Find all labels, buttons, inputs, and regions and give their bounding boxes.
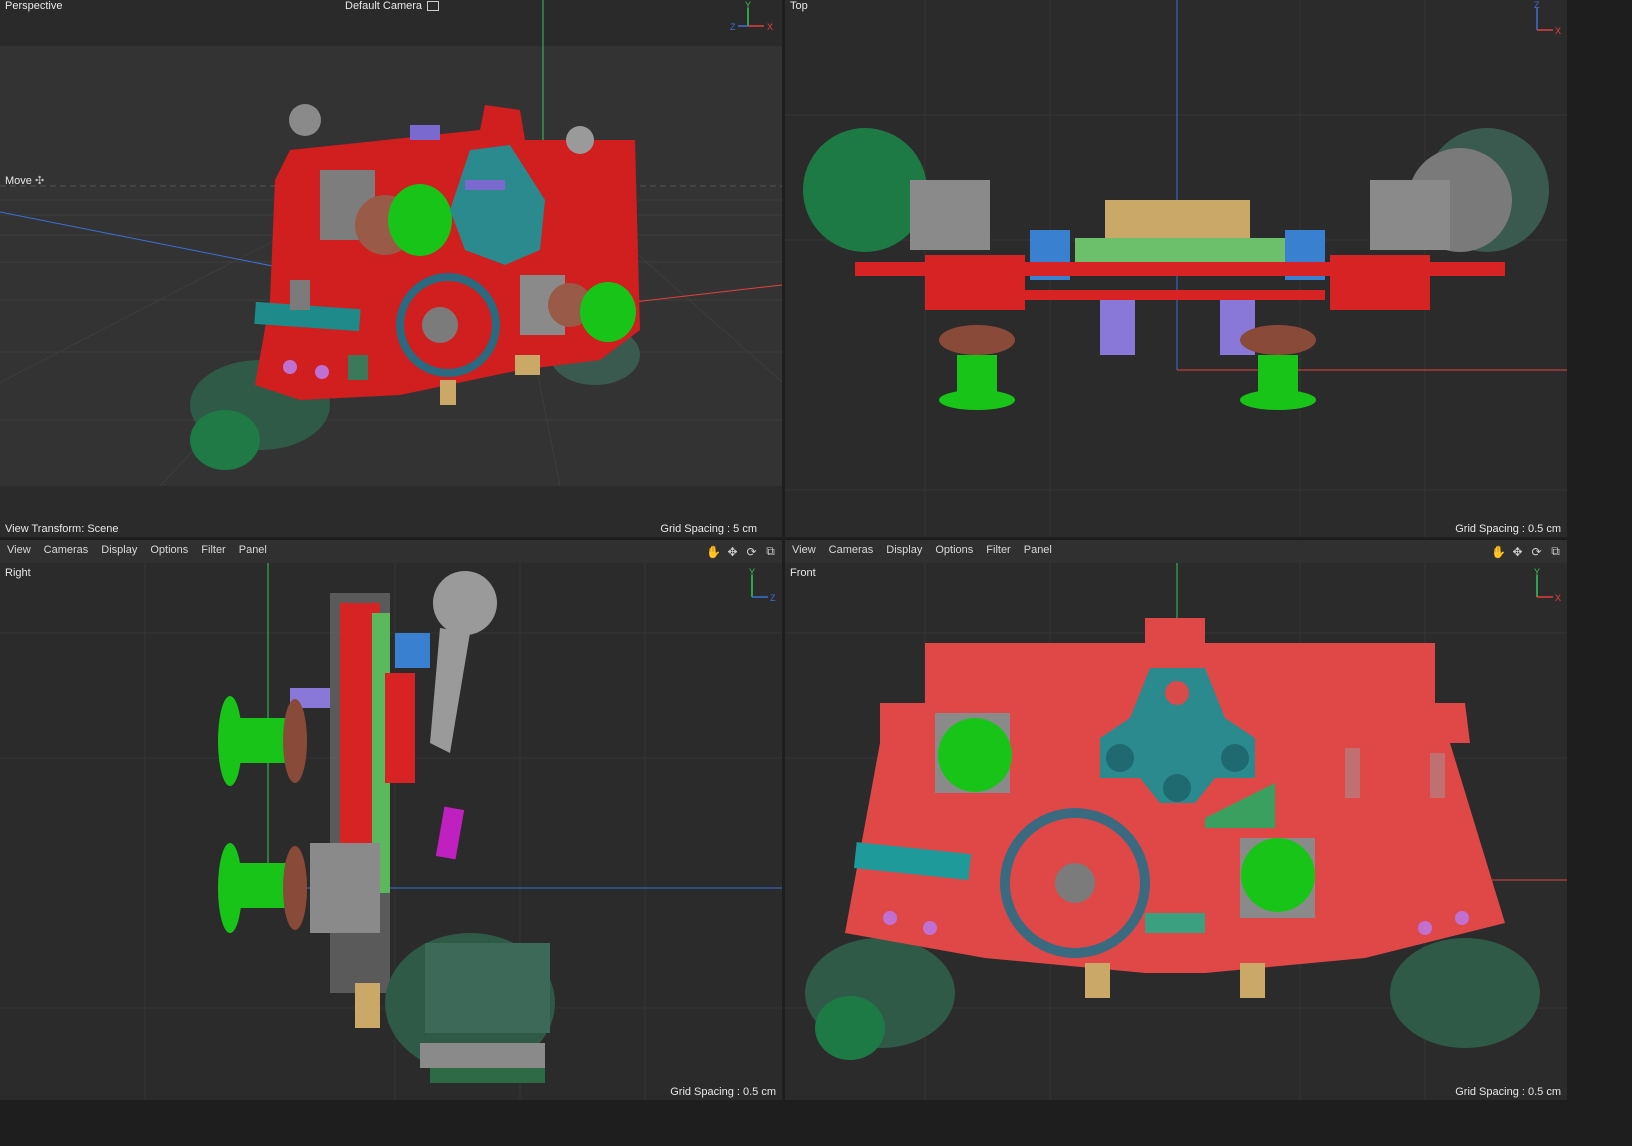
move-icon: ✣: [34, 175, 45, 187]
perspective-scene: [0, 0, 782, 487]
axis-y-label: Y: [1534, 567, 1540, 577]
camera-selector[interactable]: Default Camera: [345, 0, 440, 12]
rotate-icon[interactable]: ⟳: [1529, 544, 1544, 559]
hand-pan-icon[interactable]: ✋: [1491, 544, 1506, 559]
menu-cameras[interactable]: Cameras: [829, 544, 874, 556]
menu-panel[interactable]: Panel: [239, 544, 267, 556]
menu-panel[interactable]: Panel: [1024, 544, 1052, 556]
axis-gizmo: Y X: [1523, 567, 1563, 603]
viewport-right[interactable]: Right Y Z Grid Spacing : 0.5 cm: [0, 563, 782, 1100]
viewport-label: Top: [790, 0, 808, 12]
axis-x-label: X: [767, 22, 773, 32]
menu-view[interactable]: View: [7, 544, 31, 556]
top-scene: [785, 0, 1567, 537]
camera-name: Default Camera: [345, 0, 423, 12]
maximize-icon[interactable]: ⧉: [763, 544, 778, 559]
menu-display[interactable]: Display: [101, 544, 137, 556]
axis-gizmo: Y Z X: [730, 0, 773, 36]
tool-name: Move: [5, 175, 32, 187]
menu-cameras[interactable]: Cameras: [44, 544, 89, 556]
viewport-top[interactable]: Top Z X Grid Spacing : 0.5 cm: [785, 0, 1567, 537]
grid-spacing-label: Grid Spacing : 0.5 cm: [1455, 1086, 1561, 1098]
move-arrows-icon[interactable]: ✥: [725, 544, 740, 559]
move-arrows-icon[interactable]: ✥: [1510, 544, 1525, 559]
axis-z-label: Z: [770, 593, 776, 603]
hand-pan-icon[interactable]: ✋: [706, 544, 721, 559]
viewport-menubar-left: View Cameras Display Options Filter Pane…: [0, 539, 782, 563]
viewport-front[interactable]: Front Y X Grid Spacing : 0.5 cm: [785, 563, 1567, 1100]
menu-filter[interactable]: Filter: [986, 544, 1010, 556]
axis-y-label: Y: [745, 0, 751, 10]
viewport-perspective[interactable]: Perspective Default Camera Y Z X Move ✣ …: [0, 0, 782, 537]
view-transform-label: View Transform: Scene: [5, 523, 119, 535]
axis-x-label: X: [1555, 26, 1561, 36]
menu-view[interactable]: View: [792, 544, 816, 556]
maximize-icon[interactable]: ⧉: [1548, 544, 1563, 559]
grid-spacing-label: Grid Spacing : 0.5 cm: [1455, 523, 1561, 535]
viewport-label: Perspective: [5, 0, 63, 12]
axis-gizmo: Z X: [1523, 0, 1563, 36]
front-scene: [785, 563, 1567, 1100]
axis-gizmo: Y Z: [738, 567, 778, 603]
menu-filter[interactable]: Filter: [201, 544, 225, 556]
grid-spacing-label: Grid Spacing : 5 cm: [660, 523, 757, 535]
axis-z-label: Z: [730, 22, 736, 32]
viewport-label: Right: [5, 567, 31, 579]
axis-x-label: X: [1555, 593, 1561, 603]
camera-link-icon[interactable]: [427, 1, 440, 12]
right-scene: [0, 563, 782, 1100]
axis-y-label: Y: [749, 567, 755, 577]
rotate-icon[interactable]: ⟳: [744, 544, 759, 559]
viewport-label: Front: [790, 567, 816, 579]
menu-options[interactable]: Options: [935, 544, 973, 556]
grid-spacing-label: Grid Spacing : 0.5 cm: [670, 1086, 776, 1098]
menu-options[interactable]: Options: [150, 544, 188, 556]
menu-display[interactable]: Display: [886, 544, 922, 556]
active-tool-label: Move ✣: [5, 174, 44, 187]
viewport-menubar-right: View Cameras Display Options Filter Pane…: [785, 539, 1567, 563]
axis-z-label: Z: [1534, 0, 1540, 10]
